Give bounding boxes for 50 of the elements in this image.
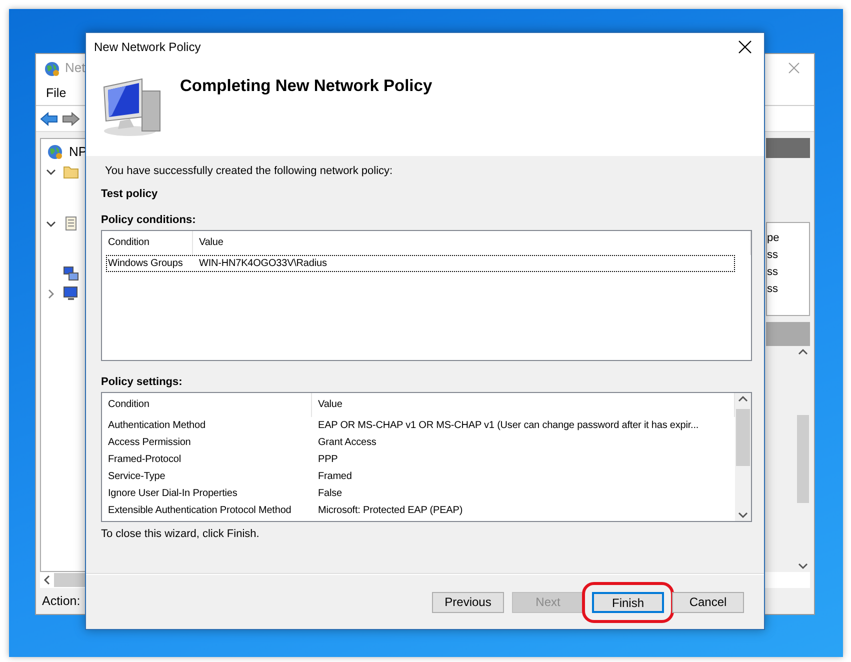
instruction-text: To close this wizard, click Finish. — [101, 526, 260, 542]
list-item-text[interactable]: ss — [767, 282, 809, 297]
section-header-bar — [766, 322, 810, 346]
list-item-text[interactable]: ss — [767, 248, 809, 263]
table-cell-text: Authentication Method — [107, 418, 206, 432]
table-cell-text: EAP OR MS-CHAP v1 OR MS-CHAP v1 (User can change password after it has expir... — [317, 418, 699, 432]
dialog-title: New Network Policy — [94, 39, 201, 56]
list-row[interactable]: Windows Groups WIN-HN7K4OGO33V\Radius — [106, 254, 735, 272]
table-cell-text: Ignore User Dial-In Properties — [107, 486, 238, 500]
scroll-down-icon[interactable] — [798, 562, 808, 570]
scrollbar[interactable] — [735, 392, 751, 520]
table-cell-text: WIN-HN7K4OGO33V\Radius — [198, 256, 327, 270]
wizard-heading: Completing New Network Policy — [180, 76, 432, 97]
table-cell-text: Framed — [317, 470, 352, 484]
table-cell-text: Extensible Authentication Protocol Method — [107, 504, 292, 518]
list-item-text[interactable]: pe — [767, 231, 809, 246]
table-cell-text: Windows Groups — [107, 256, 184, 270]
folder-icon — [63, 164, 79, 180]
table-cell-text: Service-Type — [107, 470, 166, 484]
scroll-up-icon[interactable] — [738, 394, 748, 402]
section-label: Policy conditions: — [101, 212, 197, 228]
monitor-icon — [63, 286, 79, 302]
list-item-text[interactable]: ss — [767, 265, 809, 280]
wizard-button[interactable]: Previous — [432, 592, 504, 612]
scroll-down-icon[interactable] — [738, 512, 748, 518]
forward-arrow-icon[interactable] — [62, 112, 80, 126]
status-label: Action: — [42, 592, 80, 610]
section-label: Policy settings: — [101, 374, 184, 390]
wizard-button[interactable]: Cancel — [672, 592, 744, 612]
close-icon[interactable] — [788, 62, 800, 74]
table-cell-text: PPP — [317, 452, 338, 466]
table-cell-text: Grant Access — [317, 436, 376, 450]
globe-icon — [47, 144, 63, 160]
policy-name: Test policy — [101, 187, 159, 202]
globe-icon — [44, 60, 60, 77]
table-cell-text: Framed-Protocol — [107, 452, 182, 466]
network-icon — [63, 266, 79, 282]
table-cell-text: Microsoft: Protected EAP (PEAP) — [317, 504, 463, 518]
window-title: Net — [65, 59, 86, 78]
column-header[interactable]: Condition — [102, 230, 193, 254]
scroll-up-icon[interactable] — [798, 348, 808, 355]
table-cell-text: False — [317, 486, 342, 500]
table-cell-text: Access Permission — [107, 436, 192, 450]
menu-item[interactable]: File — [46, 84, 66, 103]
column-header[interactable]: Condition — [102, 392, 312, 416]
column-header[interactable]: Value — [193, 230, 751, 254]
intro-text: You have successfully created the following network policy: — [105, 164, 394, 179]
column-header-bar — [766, 138, 810, 158]
wizard-button[interactable]: Finish — [592, 592, 664, 612]
back-arrow-icon[interactable] — [40, 112, 58, 126]
